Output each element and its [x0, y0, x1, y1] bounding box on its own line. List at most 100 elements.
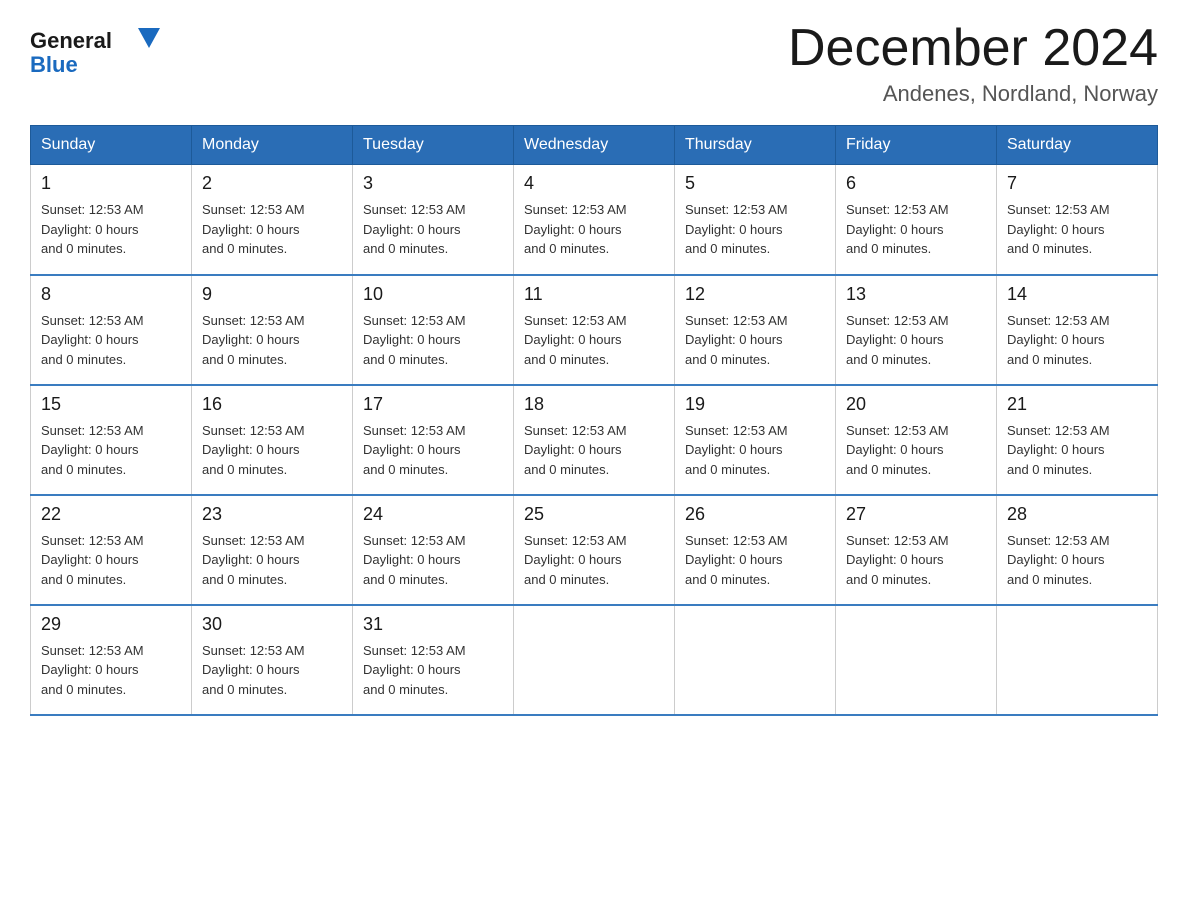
svg-text:General: General	[30, 28, 112, 53]
table-row: 15Sunset: 12:53 AMDaylight: 0 hoursand 0…	[31, 385, 192, 495]
table-row: 24 Sunset: 12:53 AMDaylight: 0 hoursand 0…	[353, 495, 514, 605]
day-number: 6	[846, 173, 986, 194]
table-row: 4 Sunset: 12:53 AMDaylight: 0 hoursand 0 …	[514, 165, 675, 275]
day-number: 24	[363, 504, 503, 525]
table-row: 17 Sunset: 12:53 AMDaylight: 0 hoursand 0…	[353, 385, 514, 495]
day-info: Sunset: 12:53 AMDaylight: 0 hoursand 0 m…	[41, 531, 181, 590]
table-row: 6 Sunset: 12:53 AMDaylight: 0 hoursand 0 …	[836, 165, 997, 275]
header-sunday: Sunday	[31, 126, 192, 165]
day-info: Sunset: 12:53 AMDaylight: 0 hoursand 0 m…	[524, 311, 664, 370]
calendar-week-row: 29 Sunset: 12:53 AMDaylight: 0 hoursand 0…	[31, 605, 1158, 715]
day-number: 4	[524, 173, 664, 194]
page-header: General Blue December 2024 Andenes, Nord…	[30, 20, 1158, 107]
day-number: 16	[202, 394, 342, 415]
table-row: 3Sunset: 12:53 AMDaylight: 0 hoursand 0 …	[353, 165, 514, 275]
day-info: Sunset: 12:53 AMDaylight: 0 hoursand 0 m…	[846, 311, 986, 370]
calendar-title-block: December 2024 Andenes, Nordland, Norway	[788, 20, 1158, 107]
day-info: Sunset: 12:53 AMDaylight: 0 hoursand 0 m…	[202, 311, 342, 370]
day-number: 7	[1007, 173, 1147, 194]
weekday-header-row: Sunday Monday Tuesday Wednesday Thursday…	[31, 126, 1158, 165]
day-info: Sunset: 12:53 AMDaylight: 0 hoursand 0 m…	[363, 421, 503, 480]
table-row: 5 Sunset: 12:53 AMDaylight: 0 hoursand 0 …	[675, 165, 836, 275]
table-row: 9Sunset: 12:53 AMDaylight: 0 hoursand 0 …	[192, 275, 353, 385]
day-info: Sunset: 12:53 AMDaylight: 0 hoursand 0 m…	[202, 421, 342, 480]
day-info: Sunset: 12:53 AMDaylight: 0 hoursand 0 m…	[363, 200, 503, 259]
day-number: 21	[1007, 394, 1147, 415]
day-number: 10	[363, 284, 503, 305]
header-wednesday: Wednesday	[514, 126, 675, 165]
day-info: Sunset: 12:53 AMDaylight: 0 hoursand 0 m…	[41, 311, 181, 370]
day-number: 25	[524, 504, 664, 525]
table-row: 8Sunset: 12:53 AMDaylight: 0 hoursand 0 …	[31, 275, 192, 385]
calendar-week-row: 15 Sunset: 12:53 AMDaylight: 0 hoursand 0…	[31, 385, 1158, 495]
table-row: 2Sunset: 12:53 AMDaylight: 0 hoursand 0 …	[192, 165, 353, 275]
table-row	[675, 605, 836, 715]
day-info: Sunset: 12:53 AMDaylight: 0 hoursand 0 m…	[524, 531, 664, 590]
table-row: 16 Sunset: 12:53 AMDaylight: 0 hoursand 0…	[192, 385, 353, 495]
day-number: 23	[202, 504, 342, 525]
table-row: 14 Sunset: 12:53 AMDaylight: 0 hoursand 0…	[997, 275, 1158, 385]
table-row	[514, 605, 675, 715]
calendar-month-year: December 2024	[788, 20, 1158, 77]
table-row: 29 Sunset: 12:53 AMDaylight: 0 hoursand 0…	[31, 605, 192, 715]
day-info: Sunset: 12:53 AMDaylight: 0 hoursand 0 m…	[524, 421, 664, 480]
day-info: Sunset: 12:53 AMDaylight: 0 hoursand 0 m…	[41, 641, 181, 700]
calendar-week-row: 1 Sunset: 12:53 AMDaylight: 0 hoursand 0 …	[31, 165, 1158, 275]
day-number: 30	[202, 614, 342, 635]
day-info: Sunset: 12:53 AMDaylight: 0 hoursand 0 m…	[846, 200, 986, 259]
table-row: 1 Sunset: 12:53 AMDaylight: 0 hoursand 0 …	[31, 165, 192, 275]
table-row: 19 Sunset: 12:53 AMDaylight: 0 hoursand 0…	[675, 385, 836, 495]
table-row: 13 Sunset: 12:53 AMDaylight: 0 hoursand 0…	[836, 275, 997, 385]
day-number: 18	[524, 394, 664, 415]
table-row: 25 Sunset: 12:53 AMDaylight: 0 hoursand 0…	[514, 495, 675, 605]
day-number: 17	[363, 394, 503, 415]
table-row: 21Sunset: 12:53 AMDaylight: 0 hoursand 0…	[997, 385, 1158, 495]
table-row: 26Sunset: 12:53 AMDaylight: 0 hoursand 0…	[675, 495, 836, 605]
day-number: 31	[363, 614, 503, 635]
day-number: 14	[1007, 284, 1147, 305]
calendar-location: Andenes, Nordland, Norway	[788, 81, 1158, 107]
day-info: Sunset: 12:53 AMDaylight: 0 hoursand 0 m…	[41, 200, 181, 259]
table-row: 10 Sunset: 12:53 AMDaylight: 0 hoursand 0…	[353, 275, 514, 385]
logo-svg: General Blue	[30, 20, 160, 80]
day-info: Sunset: 12:53 AMDaylight: 0 hoursand 0 m…	[202, 641, 342, 700]
day-number: 5	[685, 173, 825, 194]
day-info: Sunset: 12:53 AMDaylight: 0 hoursand 0 m…	[685, 200, 825, 259]
day-number: 13	[846, 284, 986, 305]
day-info: Sunset: 12:53 AMDaylight: 0 hoursand 0 m…	[685, 421, 825, 480]
day-info: Sunset: 12:53 AMDaylight: 0 hoursand 0 m…	[1007, 200, 1147, 259]
day-number: 1	[41, 173, 181, 194]
table-row: 31 Sunset: 12:53 AMDaylight: 0 hoursand 0…	[353, 605, 514, 715]
day-number: 22	[41, 504, 181, 525]
calendar-table: Sunday Monday Tuesday Wednesday Thursday…	[30, 125, 1158, 716]
day-info: Sunset: 12:53 AMDaylight: 0 hoursand 0 m…	[846, 421, 986, 480]
header-monday: Monday	[192, 126, 353, 165]
table-row: 18 Sunset: 12:53 AMDaylight: 0 hoursand 0…	[514, 385, 675, 495]
day-info: Sunset: 12:53 AMDaylight: 0 hoursand 0 m…	[363, 641, 503, 700]
day-number: 29	[41, 614, 181, 635]
day-number: 26	[685, 504, 825, 525]
day-info: Sunset: 12:53 AMDaylight: 0 hoursand 0 m…	[685, 311, 825, 370]
table-row: 27Sunset: 12:53 AMDaylight: 0 hoursand 0…	[836, 495, 997, 605]
day-info: Sunset: 12:53 AMDaylight: 0 hoursand 0 m…	[524, 200, 664, 259]
day-info: Sunset: 12:53 AMDaylight: 0 hoursand 0 m…	[1007, 311, 1147, 370]
day-number: 11	[524, 284, 664, 305]
day-number: 12	[685, 284, 825, 305]
header-tuesday: Tuesday	[353, 126, 514, 165]
svg-text:Blue: Blue	[30, 52, 78, 77]
day-info: Sunset: 12:53 AMDaylight: 0 hoursand 0 m…	[363, 531, 503, 590]
day-info: Sunset: 12:53 AMDaylight: 0 hoursand 0 m…	[1007, 531, 1147, 590]
day-number: 15	[41, 394, 181, 415]
table-row	[836, 605, 997, 715]
table-row: 28 Sunset: 12:53 AMDaylight: 0 hoursand 0…	[997, 495, 1158, 605]
header-thursday: Thursday	[675, 126, 836, 165]
table-row: 11 Sunset: 12:53 AMDaylight: 0 hoursand 0…	[514, 275, 675, 385]
header-saturday: Saturday	[997, 126, 1158, 165]
day-info: Sunset: 12:53 AMDaylight: 0 hoursand 0 m…	[363, 311, 503, 370]
header-friday: Friday	[836, 126, 997, 165]
day-number: 28	[1007, 504, 1147, 525]
day-number: 19	[685, 394, 825, 415]
table-row: 22 Sunset: 12:53 AMDaylight: 0 hoursand 0…	[31, 495, 192, 605]
day-info: Sunset: 12:53 AMDaylight: 0 hoursand 0 m…	[846, 531, 986, 590]
table-row: 7 Sunset: 12:53 AMDaylight: 0 hoursand 0 …	[997, 165, 1158, 275]
